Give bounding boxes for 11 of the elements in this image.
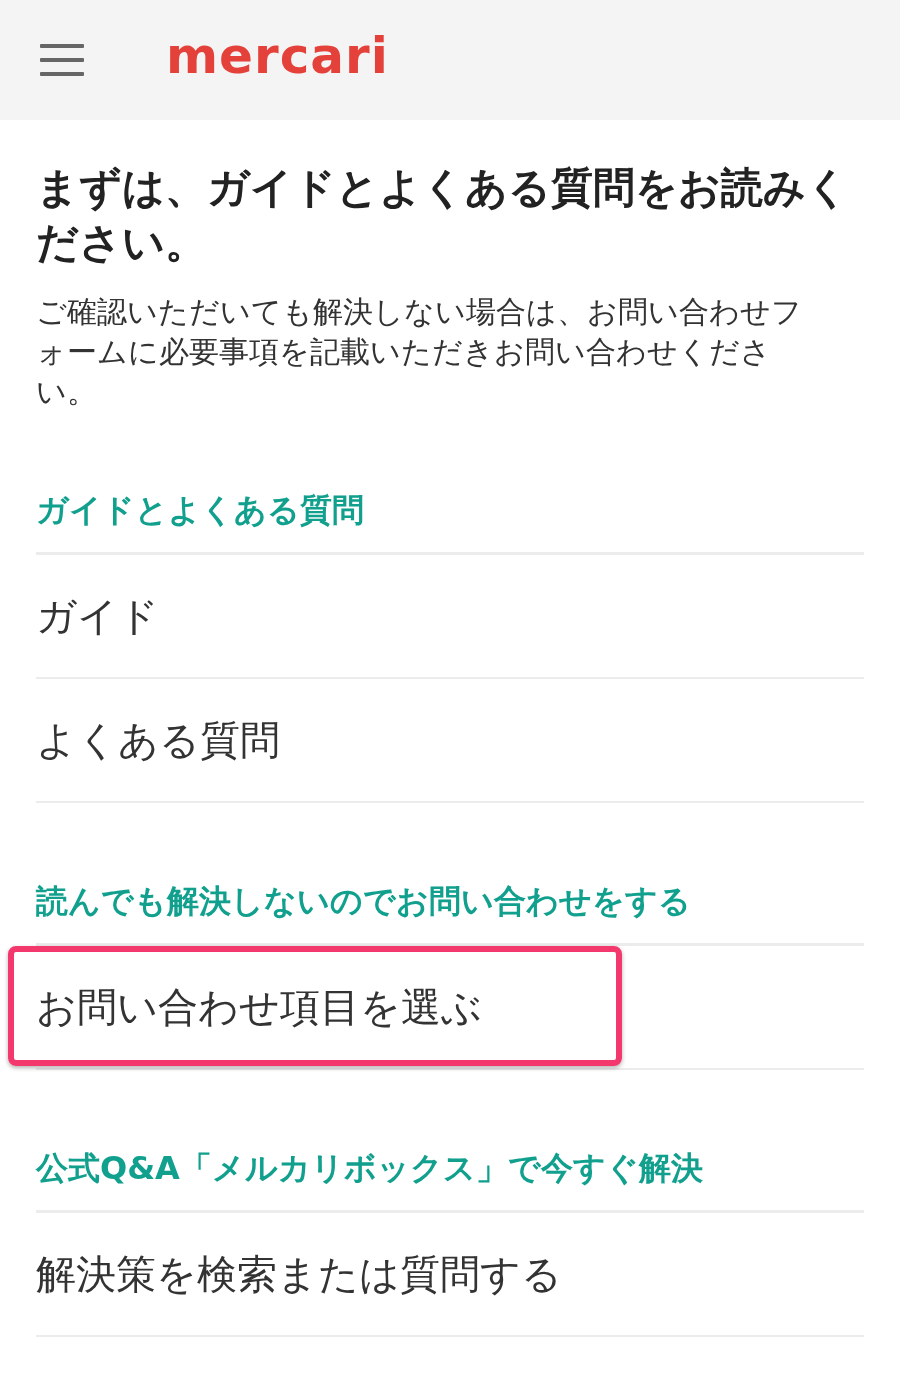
intro-text: ご確認いただいても解決しない場合は、お問い合わせフォームに必要事項を記載いただきお問い合わせください。: [36, 293, 803, 411]
menu-link[interactable]: お問い合わせ項目を選ぶ: [36, 979, 482, 1035]
section-heading: 公式Q&A「メルカリボックス」で今すぐ解決: [36, 1148, 864, 1213]
menu-icon[interactable]: [40, 44, 84, 76]
menu-link[interactable]: 解決策を検索または質問する: [36, 1246, 562, 1302]
menu-link[interactable]: ガイド: [36, 588, 159, 644]
page-title: まずは、ガイドとよくある質問をお読みください。: [36, 162, 850, 269]
section-heading: 読んでも解決しないのでお問い合わせをする: [36, 881, 864, 946]
menu-link[interactable]: よくある質問: [36, 712, 280, 768]
section-heading: ガイドとよくある質問: [36, 490, 864, 555]
logo[interactable]: mercari: [166, 27, 389, 85]
